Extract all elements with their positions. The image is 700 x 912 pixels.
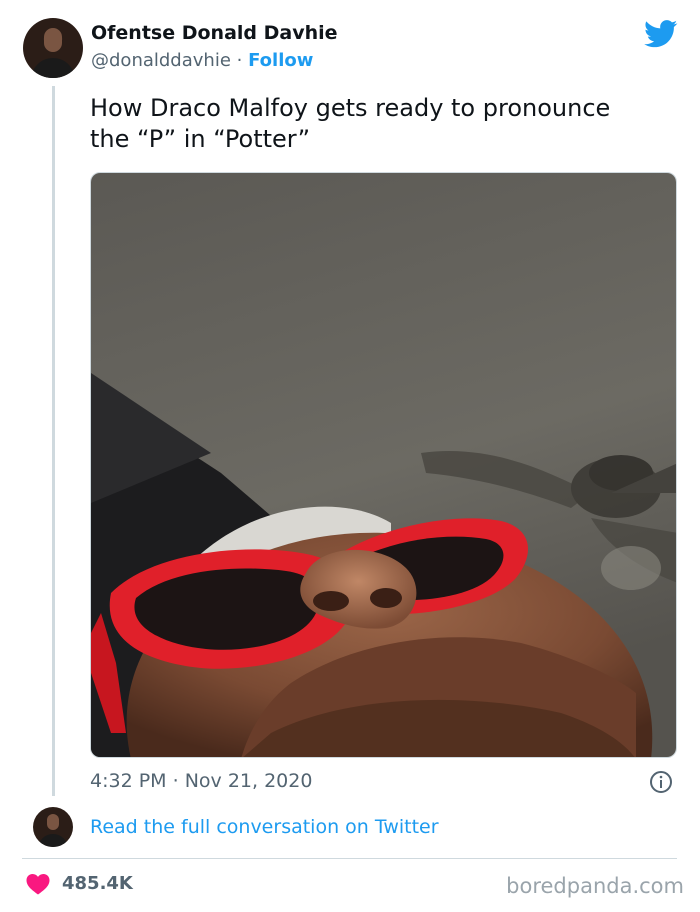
divider	[22, 858, 677, 859]
twitter-bird-icon[interactable]	[644, 20, 678, 48]
author-name[interactable]: Ofentse Donald Davhie	[91, 22, 338, 44]
author-avatar[interactable]	[23, 18, 83, 78]
heart-icon[interactable]	[26, 873, 50, 895]
like-count: 485.4K	[62, 873, 133, 894]
conversation-avatar[interactable]	[33, 807, 73, 847]
tweet-text-line-2: the “P” in “Potter”	[90, 125, 311, 153]
tweet-media-image[interactable]	[90, 172, 677, 758]
tweet-text: How Draco Malfoy gets ready to pronounce…	[90, 93, 670, 155]
tweet-date: Nov 21, 2020	[184, 770, 313, 792]
handle-separator: ·	[236, 50, 243, 71]
tweet-timestamp[interactable]: 4:32 PM · Nov 21, 2020	[90, 770, 312, 792]
follow-button[interactable]: Follow	[248, 50, 313, 71]
tweet-text-line-1: How Draco Malfoy gets ready to pronounce	[90, 94, 611, 122]
tweet-time: 4:32 PM	[90, 770, 167, 792]
thread-line	[52, 86, 55, 796]
author-handle-row: @donalddavhie · Follow	[91, 50, 313, 71]
read-conversation-link[interactable]: Read the full conversation on Twitter	[90, 816, 439, 838]
timestamp-separator: ·	[172, 770, 179, 792]
meme-photo	[91, 173, 676, 757]
info-icon[interactable]	[649, 770, 673, 794]
author-handle[interactable]: @donalddavhie	[91, 50, 231, 71]
source-watermark: boredpanda.com	[506, 874, 684, 898]
